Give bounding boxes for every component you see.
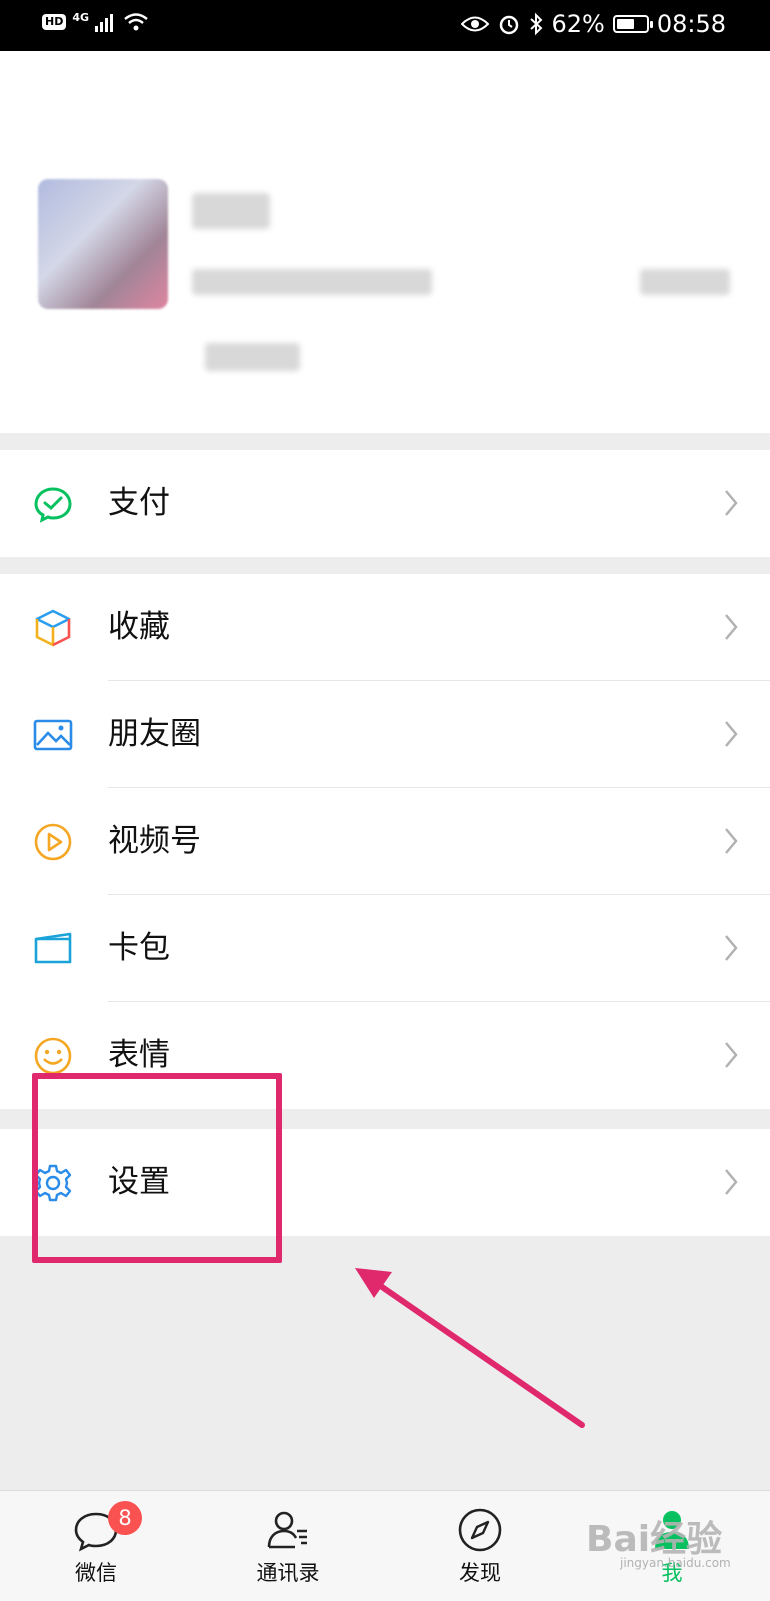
tab-label-contacts: 通讯录 (256, 1561, 320, 1585)
tab-label-chats: 微信 (75, 1561, 117, 1585)
watermark-url: jingyan.baidu.com (620, 1556, 731, 1570)
unread-badge: 8 (108, 1501, 142, 1535)
tab-label-discover: 发现 (459, 1561, 501, 1585)
annotation-arrow-icon (355, 1268, 585, 1428)
contacts-icon (267, 1511, 307, 1549)
tab-chats[interactable]: 8 微信 (0, 1491, 192, 1601)
tab-contacts[interactable]: 通讯录 (192, 1491, 384, 1601)
compass-icon (458, 1508, 502, 1552)
watermark: Bai经验 (586, 1519, 723, 1560)
tab-discover[interactable]: 发现 (384, 1491, 576, 1601)
